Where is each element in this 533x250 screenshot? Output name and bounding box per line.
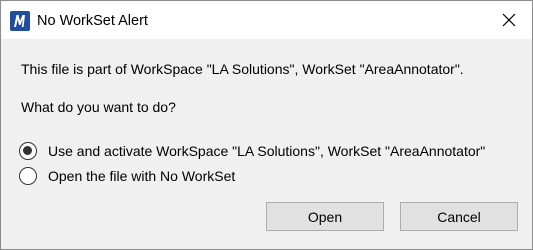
- radio-button[interactable]: [19, 167, 37, 185]
- option-label[interactable]: Use and activate WorkSpace "LA Solutions…: [48, 142, 485, 160]
- alert-message: This file is part of WorkSpace "LA Solut…: [21, 61, 464, 77]
- microstation-app-icon: [10, 11, 30, 31]
- option-use-activate-workspace[interactable]: Use and activate WorkSpace "LA Solutions…: [19, 140, 485, 162]
- close-button[interactable]: [486, 1, 532, 39]
- window-title: No WorkSet Alert: [37, 13, 148, 29]
- cancel-button[interactable]: Cancel: [400, 202, 518, 231]
- dialog-content: This file is part of WorkSpace "LA Solut…: [1, 39, 532, 249]
- radio-button-selected[interactable]: [19, 142, 37, 160]
- open-button[interactable]: Open: [266, 202, 384, 231]
- question-text: What do you want to do?: [21, 99, 176, 115]
- title-bar[interactable]: No WorkSet Alert: [1, 1, 532, 39]
- dialog-window: No WorkSet Alert This file is part of Wo…: [0, 0, 533, 250]
- close-icon: [502, 13, 516, 27]
- option-label[interactable]: Open the file with No WorkSet: [48, 167, 235, 185]
- option-open-no-workset[interactable]: Open the file with No WorkSet: [19, 165, 235, 187]
